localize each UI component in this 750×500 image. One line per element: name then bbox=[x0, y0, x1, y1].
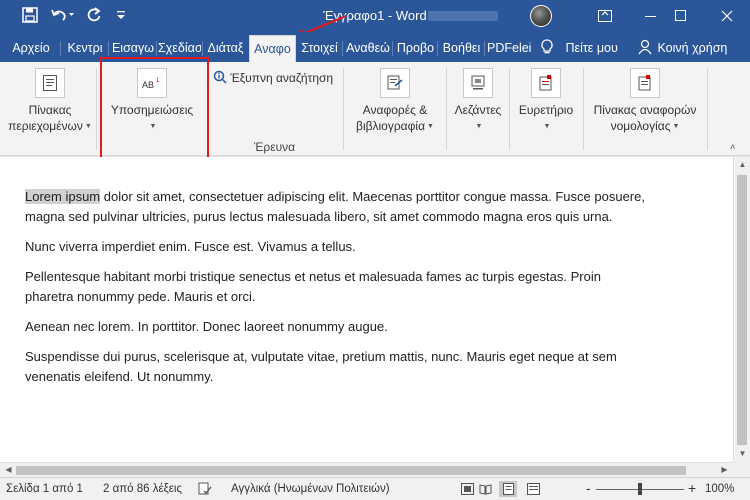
table-of-authorities-icon bbox=[630, 68, 660, 98]
tell-me-search[interactable]: Πείτε μου bbox=[540, 35, 618, 62]
toc-label-line1: Πίνακας bbox=[28, 103, 72, 117]
word-count[interactable]: 2 από 86 λέξεις bbox=[103, 483, 182, 495]
index-button[interactable]: Ευρετήριο ▼ bbox=[514, 68, 578, 135]
chevron-down-icon: ▼ bbox=[84, 122, 92, 130]
scroll-down-icon[interactable]: ▼ bbox=[734, 449, 750, 458]
toa-label-line1: Πίνακας αναφορών bbox=[593, 103, 697, 117]
print-layout-icon[interactable] bbox=[499, 481, 517, 497]
horizontal-scrollbar[interactable]: ◀ ▶ bbox=[0, 462, 733, 477]
tab-layout[interactable]: Διάταξ bbox=[204, 35, 247, 62]
tab-pdfelement[interactable]: PDFelei bbox=[487, 35, 531, 62]
vertical-scroll-thumb[interactable] bbox=[737, 175, 747, 445]
citations-bibliography-button[interactable]: Αναφορές & βιβλιογραφία ▼ bbox=[350, 68, 440, 135]
chevron-down-icon: ▼ bbox=[475, 122, 483, 130]
maximize-button[interactable] bbox=[658, 0, 704, 32]
captions-button[interactable]: Λεζάντες ▼ bbox=[452, 68, 504, 135]
paragraph[interactable]: Suspendisse dui purus, scelerisque at, v… bbox=[25, 347, 645, 387]
person-icon bbox=[638, 39, 652, 55]
tab-references[interactable]: Αναφο bbox=[249, 35, 296, 62]
tab-review[interactable]: Αναθεώ bbox=[345, 35, 391, 62]
title-bar: Έγγραφο1 - Word bbox=[0, 0, 750, 40]
citations-label-line1: Αναφορές & bbox=[362, 103, 428, 117]
document-body[interactable]: Lorem ipsum dolor sit amet, consectetuer… bbox=[25, 187, 645, 397]
citations-label-line2: βιβλιογραφία bbox=[356, 119, 426, 133]
zoom-out-button[interactable]: - bbox=[586, 480, 591, 496]
tell-me-label: Πείτε μου bbox=[565, 41, 618, 55]
proofing-icon[interactable] bbox=[198, 482, 212, 499]
research-group-label: Έρευνα bbox=[254, 140, 296, 154]
read-mode-icon[interactable] bbox=[476, 481, 494, 497]
share-button[interactable]: Κοινή χρήση bbox=[638, 35, 727, 62]
info-search-icon bbox=[213, 70, 227, 85]
captions-label: Λεζάντες bbox=[454, 103, 502, 117]
redo-icon[interactable] bbox=[86, 7, 102, 25]
share-label: Κοινή χρήση bbox=[657, 41, 728, 55]
save-icon[interactable] bbox=[22, 7, 38, 25]
customize-quick-access-icon[interactable] bbox=[116, 7, 126, 25]
annotation-highlight-box bbox=[100, 57, 209, 168]
table-of-authorities-button[interactable]: Πίνακας αναφορών νομολογίας ▼ bbox=[588, 68, 702, 135]
web-layout-icon[interactable] bbox=[524, 481, 542, 497]
scroll-left-icon[interactable]: ◀ bbox=[0, 465, 17, 474]
avatar[interactable] bbox=[530, 5, 552, 27]
status-bar: Σελίδα 1 από 1 2 από 86 λέξεις Αγγλικά (… bbox=[0, 477, 750, 500]
account-name-blurred bbox=[428, 11, 498, 21]
tab-file[interactable]: Αρχείο bbox=[4, 35, 58, 62]
paragraph[interactable]: Pellentesque habitant morbi tristique se… bbox=[25, 267, 645, 307]
smart-lookup-button[interactable]: Έξυπνη αναζήτηση bbox=[213, 70, 333, 86]
chevron-down-icon: ▼ bbox=[427, 122, 434, 130]
tab-help[interactable]: Βοήθει bbox=[440, 35, 483, 62]
zoom-level[interactable]: 100% bbox=[705, 483, 734, 495]
toa-label-line2: νομολογίας bbox=[610, 119, 671, 133]
document-page[interactable]: Lorem ipsum dolor sit amet, consectetuer… bbox=[0, 157, 733, 462]
chevron-down-icon: ▼ bbox=[672, 122, 680, 130]
smart-lookup-label: Έξυπνη αναζήτηση bbox=[230, 71, 334, 85]
paragraph[interactable]: Nunc viverra imperdiet enim. Fusce est. … bbox=[25, 237, 645, 257]
ribbon-display-options-button[interactable] bbox=[582, 0, 628, 32]
table-of-contents-button[interactable]: Πίνακας περιεχομένων ▼ bbox=[6, 68, 94, 135]
zoom-in-button[interactable]: + bbox=[688, 480, 696, 496]
paragraph[interactable]: Aenean nec lorem. In porttitor. Donec la… bbox=[25, 317, 645, 337]
captions-icon bbox=[463, 68, 493, 98]
paragraph-text: dolor sit amet, consectetuer adipiscing … bbox=[25, 189, 645, 224]
collapse-ribbon-icon[interactable]: ˄ bbox=[730, 142, 735, 152]
page-count[interactable]: Σελίδα 1 από 1 bbox=[6, 483, 83, 495]
scroll-up-icon[interactable]: ▲ bbox=[734, 160, 750, 169]
focus-mode-icon[interactable] bbox=[458, 481, 476, 497]
chevron-down-icon: ▼ bbox=[543, 122, 551, 130]
tab-mailings[interactable]: Στοιχεί bbox=[298, 35, 341, 62]
zoom-slider-thumb[interactable] bbox=[638, 483, 642, 495]
selected-text[interactable]: Lorem ipsum bbox=[25, 189, 101, 204]
vertical-scrollbar[interactable]: ▲ ▼ bbox=[733, 157, 750, 462]
paragraph[interactable]: Lorem ipsum dolor sit amet, consectetuer… bbox=[25, 187, 645, 227]
tab-view[interactable]: Προβο bbox=[395, 35, 436, 62]
table-of-contents-icon bbox=[35, 68, 65, 98]
toc-label-line2: περιεχομένων bbox=[8, 119, 83, 133]
citations-icon bbox=[380, 68, 410, 98]
undo-icon[interactable] bbox=[50, 7, 74, 25]
scroll-right-icon[interactable]: ▶ bbox=[716, 465, 733, 474]
lightbulb-icon bbox=[540, 39, 554, 55]
index-icon bbox=[531, 68, 561, 98]
horizontal-scroll-thumb[interactable] bbox=[16, 466, 686, 475]
close-button[interactable] bbox=[704, 0, 750, 32]
language-indicator[interactable]: Αγγλικά (Ηνωμένων Πολιτειών) bbox=[231, 483, 390, 495]
index-label: Ευρετήριο bbox=[518, 103, 574, 117]
